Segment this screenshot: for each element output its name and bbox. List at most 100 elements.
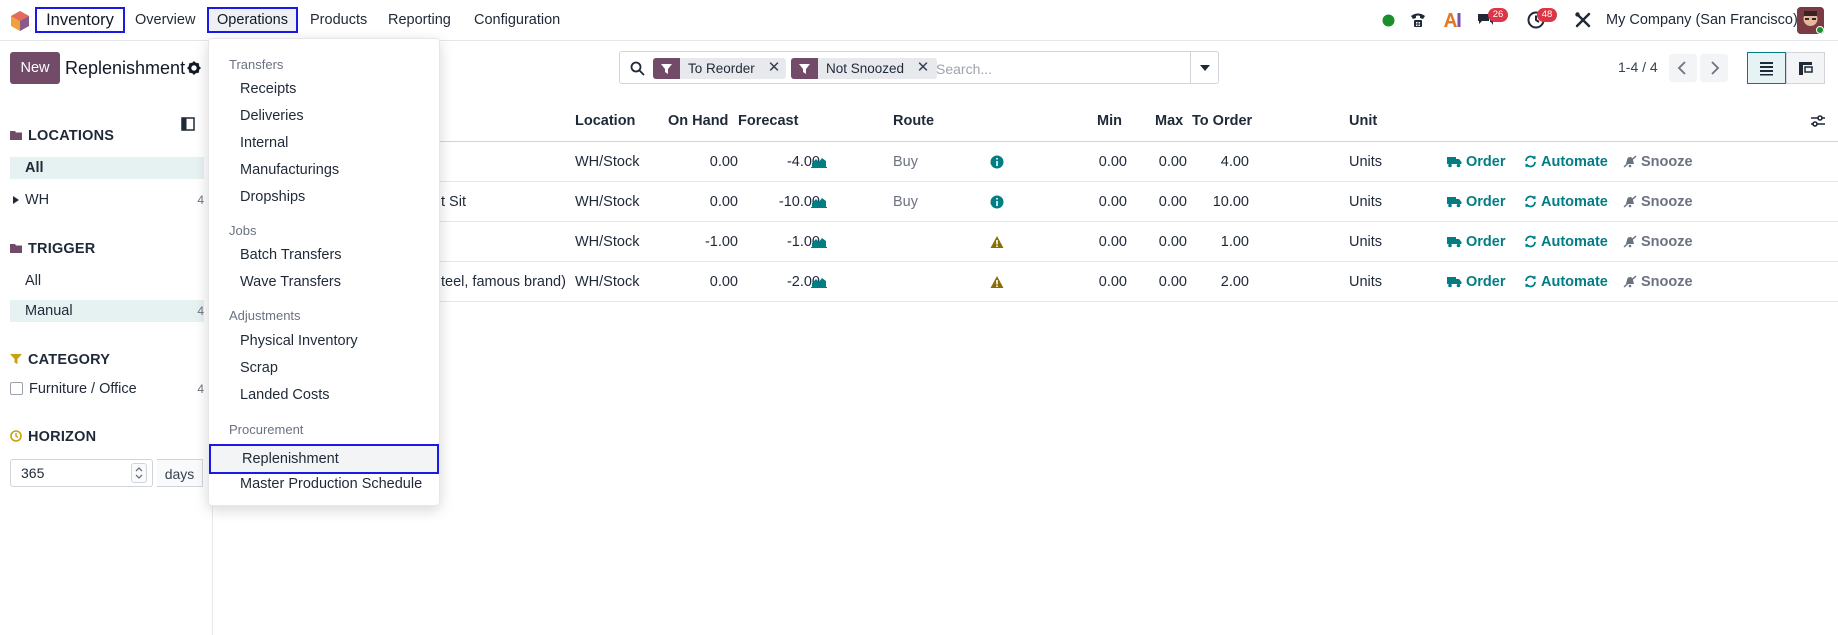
column-min[interactable]: Min bbox=[1097, 100, 1122, 142]
order-button[interactable]: Order bbox=[1447, 142, 1506, 182]
user-avatar[interactable] bbox=[1797, 7, 1824, 34]
trigger-all[interactable]: All bbox=[10, 270, 204, 292]
cell-max[interactable]: 0.00 bbox=[1127, 262, 1187, 302]
table-row[interactable]: teel, famous brand) WH/Stock 0.00 -2.00 0.00… bbox=[213, 262, 1838, 302]
menu-products[interactable]: Products bbox=[310, 0, 367, 41]
table-row[interactable]: WH/Stock -1.00 -1.00 0.00 0.00 1.00 Units Order… bbox=[213, 222, 1838, 262]
column-unit[interactable]: Unit bbox=[1349, 100, 1377, 142]
menu-item-deliveries[interactable]: Deliveries bbox=[240, 104, 304, 128]
search-input[interactable] bbox=[936, 58, 1196, 79]
cell-max[interactable]: 0.00 bbox=[1127, 142, 1187, 182]
horizon-stepper[interactable] bbox=[131, 463, 147, 483]
cell-location[interactable]: WH/Stock bbox=[575, 142, 639, 182]
snooze-button[interactable]: Snooze bbox=[1623, 262, 1693, 302]
snooze-button[interactable]: Snooze bbox=[1623, 182, 1693, 222]
menu-item-scrap[interactable]: Scrap bbox=[240, 356, 278, 380]
pager-next[interactable] bbox=[1700, 54, 1728, 82]
cell-location[interactable]: WH/Stock bbox=[575, 222, 639, 262]
cell-location[interactable]: WH/Stock bbox=[575, 182, 639, 222]
phone-icon[interactable] bbox=[1408, 10, 1428, 30]
cell-product[interactable]: teel, famous brand) bbox=[441, 262, 566, 302]
collapse-panel-icon[interactable] bbox=[181, 117, 195, 131]
cell-location[interactable]: WH/Stock bbox=[575, 262, 639, 302]
pager-value[interactable]: 1-4 / 4 bbox=[1618, 51, 1658, 84]
cell-to-order[interactable]: 10.00 bbox=[1192, 182, 1249, 222]
menu-item-physical-inventory[interactable]: Physical Inventory bbox=[240, 329, 358, 353]
pivot-view-button[interactable] bbox=[1786, 52, 1825, 84]
forecast-graph-icon[interactable] bbox=[811, 156, 827, 168]
info-icon[interactable] bbox=[990, 195, 1004, 209]
location-wh[interactable]: WH 4 bbox=[10, 189, 204, 211]
list-view-button[interactable] bbox=[1747, 52, 1786, 84]
warning-icon[interactable] bbox=[990, 235, 1004, 249]
tools-icon[interactable] bbox=[1574, 10, 1592, 30]
cell-route[interactable]: Buy bbox=[893, 182, 918, 222]
menu-item-master-production-schedule[interactable]: Master Production Schedule bbox=[240, 472, 422, 496]
column-on-hand[interactable]: On Hand bbox=[668, 100, 728, 142]
order-button[interactable]: Order bbox=[1447, 182, 1506, 222]
automate-button[interactable]: Automate bbox=[1524, 142, 1608, 182]
cell-to-order[interactable]: 4.00 bbox=[1192, 142, 1249, 182]
snooze-button[interactable]: Snooze bbox=[1623, 142, 1693, 182]
menu-item-manufacturings[interactable]: Manufacturings bbox=[240, 158, 339, 182]
search-options-toggle[interactable] bbox=[1190, 52, 1218, 83]
menu-overview[interactable]: Overview bbox=[135, 0, 195, 41]
cell-min[interactable]: 0.00 bbox=[1063, 262, 1127, 302]
menu-item-internal[interactable]: Internal bbox=[240, 131, 288, 155]
cell-max[interactable]: 0.00 bbox=[1127, 182, 1187, 222]
menu-item-dropships[interactable]: Dropships bbox=[240, 185, 305, 209]
optional-columns-icon[interactable] bbox=[1810, 114, 1826, 128]
cell-max[interactable]: 0.00 bbox=[1127, 222, 1187, 262]
cell-product[interactable]: t Sit bbox=[441, 182, 466, 222]
new-button[interactable]: New bbox=[10, 52, 60, 84]
trigger-manual[interactable]: Manual 4 bbox=[10, 300, 204, 322]
menu-configuration[interactable]: Configuration bbox=[474, 0, 560, 41]
order-button[interactable]: Order bbox=[1447, 222, 1506, 262]
odoo-logo-icon[interactable] bbox=[10, 10, 30, 32]
menu-item-receipts[interactable]: Receipts bbox=[240, 77, 296, 101]
gear-icon[interactable] bbox=[187, 61, 201, 75]
category-furniture-office[interactable]: Furniture / Office 4 bbox=[10, 378, 204, 400]
ai-icon[interactable] bbox=[1442, 10, 1462, 30]
forecast-graph-icon[interactable] bbox=[811, 236, 827, 248]
menu-reporting[interactable]: Reporting bbox=[388, 0, 451, 41]
order-button[interactable]: Order bbox=[1447, 262, 1506, 302]
table-row[interactable]: t Sit WH/Stock 0.00 -10.00 Buy 0.00 0.00 10.00 U… bbox=[213, 182, 1838, 222]
menu-item-batch-transfers[interactable]: Batch Transfers bbox=[240, 243, 342, 267]
cell-min[interactable]: 0.00 bbox=[1063, 142, 1127, 182]
column-forecast[interactable]: Forecast bbox=[738, 100, 798, 142]
automate-button[interactable]: Automate bbox=[1524, 222, 1608, 262]
warning-icon[interactable] bbox=[990, 275, 1004, 289]
remove-facet-icon[interactable]: ✕ bbox=[915, 60, 931, 76]
table-row[interactable]: WH/Stock 0.00 -4.00 Buy 0.00 0.00 4.00 Units Ord… bbox=[213, 142, 1838, 182]
menu-item-landed-costs[interactable]: Landed Costs bbox=[240, 383, 329, 407]
company-switcher[interactable]: My Company (San Francisco) bbox=[1606, 0, 1798, 41]
automate-button[interactable]: Automate bbox=[1524, 262, 1608, 302]
column-to-order[interactable]: To Order bbox=[1192, 100, 1252, 142]
cell-min[interactable]: 0.00 bbox=[1063, 222, 1127, 262]
menu-item-replenishment[interactable]: Replenishment bbox=[209, 444, 439, 474]
forecast-graph-icon[interactable] bbox=[811, 196, 827, 208]
caret-right-icon[interactable] bbox=[13, 196, 19, 204]
section-title: HORIZON bbox=[28, 429, 97, 445]
cell-min[interactable]: 0.00 bbox=[1063, 182, 1127, 222]
info-icon[interactable] bbox=[990, 155, 1004, 169]
snooze-button[interactable]: Snooze bbox=[1623, 222, 1693, 262]
automate-button[interactable]: Automate bbox=[1524, 182, 1608, 222]
column-location[interactable]: Location bbox=[575, 100, 635, 142]
menu-item-wave-transfers[interactable]: Wave Transfers bbox=[240, 270, 341, 294]
cell-to-order[interactable]: 1.00 bbox=[1192, 222, 1249, 262]
category-checkbox[interactable] bbox=[10, 382, 23, 395]
search-icon[interactable] bbox=[630, 61, 645, 76]
cell-route[interactable]: Buy bbox=[893, 142, 918, 182]
column-max[interactable]: Max bbox=[1155, 100, 1183, 142]
remove-facet-icon[interactable]: ✕ bbox=[766, 60, 782, 76]
menu-operations[interactable]: Operations bbox=[207, 7, 298, 33]
forecast-graph-icon[interactable] bbox=[811, 276, 827, 288]
cell-to-order[interactable]: 2.00 bbox=[1192, 262, 1249, 302]
column-route[interactable]: Route bbox=[893, 100, 934, 142]
cell-on-hand: -1.00 bbox=[704, 234, 738, 250]
pager-previous[interactable] bbox=[1669, 54, 1697, 82]
app-name-inventory[interactable]: Inventory bbox=[35, 7, 125, 33]
location-all[interactable]: All bbox=[10, 157, 204, 179]
